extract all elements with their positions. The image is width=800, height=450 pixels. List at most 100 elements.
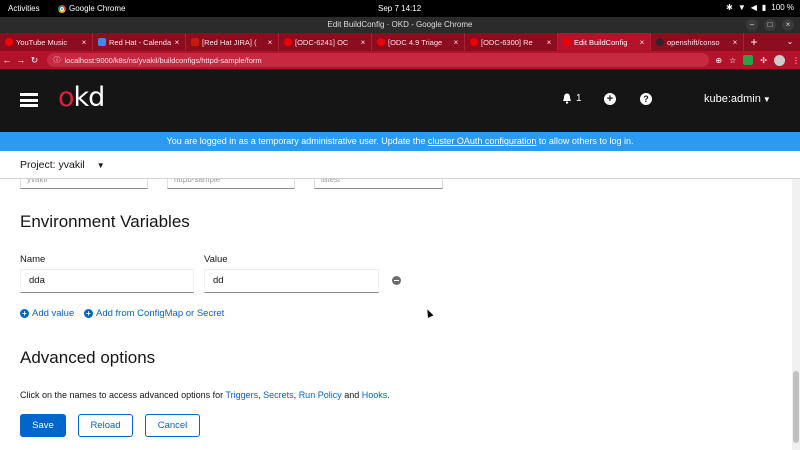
jira-icon [191,38,199,46]
redhat-icon [470,38,478,46]
back-icon[interactable]: ← [0,55,14,65]
app-menu[interactable]: Google Chrome [58,4,125,13]
close-tab-icon[interactable]: × [452,38,460,47]
close-tab-icon[interactable]: × [173,38,181,47]
system-tray[interactable]: ✱ ▼ ◀ ▮ 100 % [726,3,794,12]
address-field[interactable]: ⓘ localhost:9000/k8s/ns/yvakil/buildconf… [47,53,710,67]
close-tab-icon[interactable]: × [266,38,274,47]
redhat-icon [377,38,385,46]
close-window-icon[interactable]: × [782,19,794,31]
redhat-icon [284,38,292,46]
info-icon[interactable]: ⓘ [53,55,60,65]
screen: Activities Google Chrome Sep 7 14:12 ✱ ▼… [0,0,800,450]
add-from-label: Add from ConfigMap or Secret [96,308,225,319]
add-value-button[interactable]: + Add value [20,308,74,319]
temporary-admin-banner: You are logged in as a temporary adminis… [0,132,800,151]
browser-tab-strip: YouTube Music × Red Hat - Calenda × [Red… [0,33,800,51]
browser-tab[interactable]: [ODC-6241] OC × [279,33,372,51]
masthead: okd 1 + ? kube:admin ▼ [0,69,800,132]
user-menu-toggle[interactable]: kube:admin ▼ [704,93,771,105]
forward-icon[interactable]: → [14,55,28,65]
hamburger-menu-icon[interactable] [20,93,38,107]
advanced-options-heading: Advanced options [20,348,156,367]
browser-toolbar: ← → ↻ ⓘ localhost:9000/k8s/ns/yvakil/bui… [0,51,800,69]
cancel-button[interactable]: Cancel [145,414,200,437]
cluster-oauth-link[interactable]: cluster OAuth configuration [428,136,537,146]
scrollbar-thumb[interactable] [793,371,799,443]
value-column-label: Value [204,254,228,265]
desc-text: Click on the names to access advanced op… [20,390,226,400]
profile-avatar[interactable] [774,54,785,66]
project-selector[interactable]: Project: yvakil ▼ [20,159,105,171]
close-tab-icon[interactable]: × [545,38,553,47]
okd-logo[interactable]: okd [58,82,105,113]
tab-title: [ODC-6241] OC [295,37,349,47]
advanced-options-description: Click on the names to access advanced op… [20,390,390,400]
close-tab-icon[interactable]: × [359,38,367,47]
quick-create-plus-icon[interactable]: + [604,93,616,105]
okd-icon [563,38,571,46]
browser-tab[interactable]: Red Hat - Calenda × [93,33,186,51]
text-input[interactable]: httpd-sample [167,179,295,189]
page-scrollbar[interactable] [792,179,800,450]
env-name-input[interactable]: dda [20,269,194,293]
add-from-configmap-button[interactable]: + Add from ConfigMap or Secret [84,308,224,319]
caret-down-icon: ▼ [96,160,105,170]
project-bar: Project: yvakil ▼ [0,151,800,179]
tab-title: Red Hat - Calenda [109,37,172,47]
help-question-icon[interactable]: ? [640,93,652,105]
caret-down-icon: ▼ [762,95,771,104]
volume-icon: ◀ [750,3,757,12]
hooks-link[interactable]: Hooks [362,390,388,400]
extensions-puzzle-icon[interactable]: ✣ [760,56,767,65]
minimize-icon[interactable]: – [746,19,758,31]
browser-tab[interactable]: [ODC-6300] Re × [465,33,558,51]
youtube-music-icon [5,38,13,46]
zoom-icon[interactable]: ⊕ [715,56,722,65]
chrome-menu-icon[interactable]: ⋮ [792,56,800,65]
github-icon [656,38,664,46]
banner-text-prefix: You are logged in as a temporary adminis… [166,136,428,146]
environment-variables-heading: Environment Variables [20,212,190,231]
browser-tab[interactable]: [Red Hat JIRA] ( × [186,33,279,51]
tab-search-icon[interactable]: ⌄ [780,33,800,51]
save-button[interactable]: Save [20,414,66,437]
tab-title: [ODC-6300] Re [481,37,533,47]
run-policy-link[interactable]: Run Policy [299,390,342,400]
close-tab-icon[interactable]: × [638,38,646,47]
tab-title: [ODC 4.9 Triage [388,37,443,47]
browser-tab-active[interactable]: Edit BuildConfig × [558,33,651,51]
bookmark-star-icon[interactable]: ☆ [729,56,736,65]
maximize-icon[interactable]: □ [764,19,776,31]
network-icon: ▼ [737,3,746,12]
text-input[interactable]: latest [314,179,443,189]
system-clock[interactable]: Sep 7 14:12 [378,4,421,13]
browser-tab[interactable]: openshift/conso × [651,33,744,51]
name-column-label: Name [20,254,46,265]
env-value-input[interactable]: dd [204,269,379,293]
user-name: kube:admin [704,93,761,105]
tab-title: openshift/conso [667,37,720,47]
chrome-icon [58,4,66,13]
browser-tab[interactable]: YouTube Music × [0,33,93,51]
extension-icon[interactable] [743,55,754,65]
secrets-link[interactable]: Secrets [263,390,294,400]
plus-circle-icon: + [20,309,29,318]
activities-button[interactable]: Activities [8,4,40,13]
close-tab-icon[interactable]: × [731,38,739,47]
reload-button[interactable]: Reload [78,414,133,437]
toolbar-right: ⊕ ☆ ✣ ⋮ [715,54,800,66]
notifications-button[interactable]: 1 [562,93,582,104]
tab-title: [Red Hat JIRA] ( [202,37,257,47]
close-tab-icon[interactable]: × [80,38,88,47]
browser-tab[interactable]: [ODC 4.9 Triage × [372,33,465,51]
battery-level: 100 % [771,3,794,12]
calendar-icon [98,38,106,46]
reload-icon[interactable]: ↻ [28,55,42,66]
new-tab-icon[interactable]: + [744,33,764,51]
minus-circle-icon[interactable] [392,276,401,285]
bell-icon [563,93,571,104]
text-input[interactable]: yvakil [20,179,148,189]
triggers-link[interactable]: Triggers [225,390,258,400]
bluetooth-icon: ✱ [726,3,733,12]
